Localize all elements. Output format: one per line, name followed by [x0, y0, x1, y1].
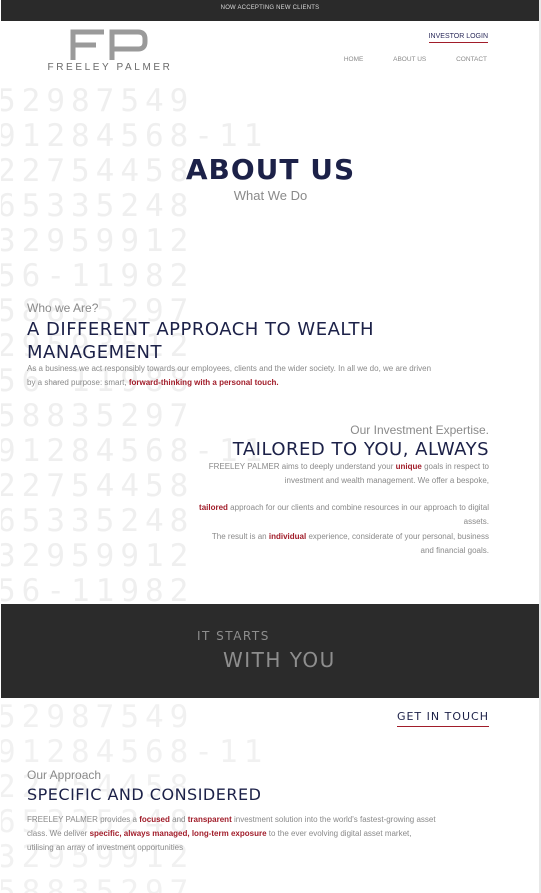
result-text-a: The result is an: [211, 532, 267, 541]
page-title: ABOUT US: [185, 153, 356, 186]
who-label: Who we Are?: [27, 301, 99, 315]
get-in-touch-button[interactable]: GET IN TOUCH: [396, 710, 489, 727]
investor-login-link[interactable]: INVESTOR LOGIN: [428, 33, 488, 43]
highlight-focused: focused: [139, 815, 170, 824]
expertise-text-e: approach for our clients and combine res…: [230, 503, 489, 527]
result-text-c: experience, considerate of your personal…: [308, 532, 489, 555]
nav-about-us[interactable]: ABOUT US: [393, 56, 426, 63]
announcement-bar: NOW ACCEPTING NEW CLIENTS: [1, 0, 539, 21]
highlight-exposure: specific, always managed, long-term expo…: [89, 828, 267, 838]
expertise-label: Our Investment Expertise.: [350, 423, 489, 437]
brand-name: FREELEY PALMER: [47, 62, 173, 73]
highlight-unique: unique: [395, 462, 422, 471]
announcement-text: NOW ACCEPTING NEW CLIENTS: [220, 5, 320, 11]
expertise-heading: TAILORED TO YOU, ALWAYS: [232, 439, 489, 460]
tagline-line-1: IT STARTS: [197, 629, 270, 643]
highlight-transparent: transparent: [187, 815, 232, 824]
who-text: As a business we act responsibly towards…: [27, 362, 437, 389]
highlight-tailored: tailored: [199, 503, 228, 513]
brand-logo[interactable]: FREELEY PALMER: [35, 28, 185, 78]
nav-home[interactable]: HOME: [344, 56, 364, 63]
tagline-band: IT STARTS WITH YOU: [1, 604, 539, 698]
approach-text-3: and: [172, 815, 186, 824]
approach-text-1: FREELEY PALMER provides a: [27, 815, 137, 824]
expertise-text: FREELEY PALMER aims to deeply understand…: [199, 460, 489, 529]
highlight-individual: individual: [268, 532, 307, 541]
who-highlight: forward-thinking with a personal touch.: [128, 377, 279, 387]
who-heading: A DIFFERENT APPROACH TO WEALTH MANAGEMEN…: [27, 319, 374, 363]
fp-monogram-icon: [70, 29, 148, 60]
expertise-result-text: The result is an individual experience, …: [199, 530, 489, 558]
approach-label: Our Approach: [27, 768, 102, 782]
approach-heading: SPECIFIC AND CONSIDERED: [27, 785, 262, 804]
tagline-line-2: WITH YOU: [223, 648, 336, 672]
approach-text: FREELEY PALMER provides a focused and tr…: [27, 813, 437, 854]
expertise-text-a: FREELEY PALMER aims to deeply understand…: [208, 462, 394, 471]
main-nav: HOME ABOUT US CONTACT: [316, 56, 487, 63]
page-subtitle: What We Do: [233, 188, 308, 203]
site-header: FREELEY PALMER INVESTOR LOGIN HOME ABOUT…: [1, 21, 539, 83]
nav-contact[interactable]: CONTACT: [456, 56, 487, 63]
